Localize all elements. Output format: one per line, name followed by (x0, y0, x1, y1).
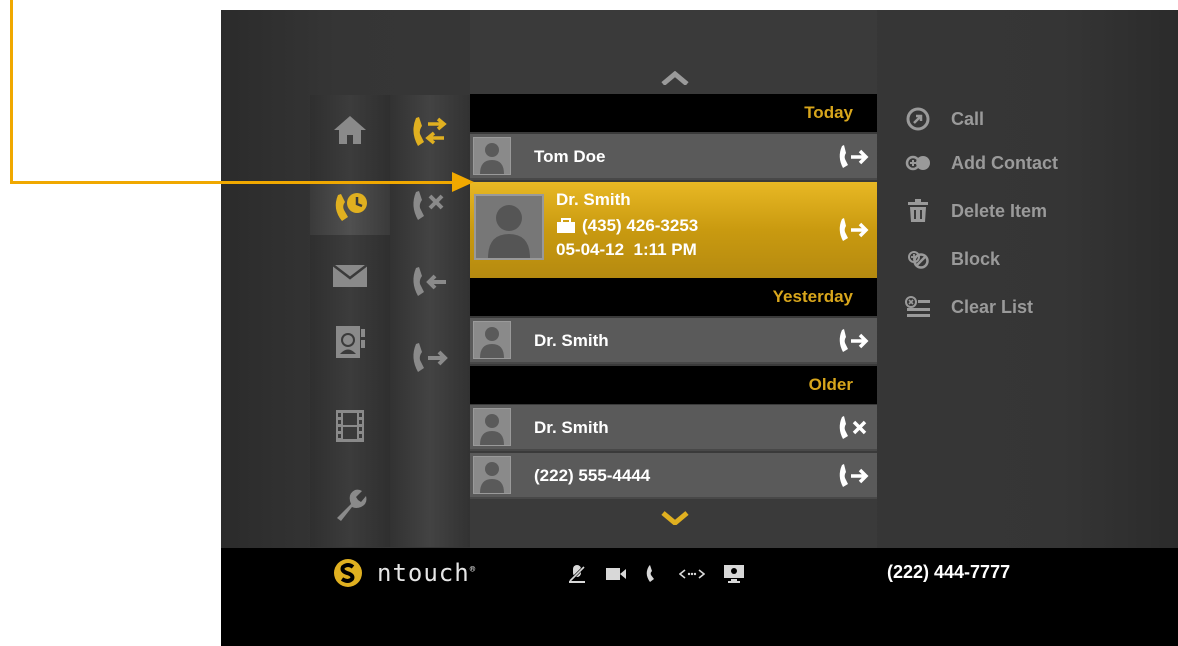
add-contact-icon (905, 150, 931, 176)
block-icon (905, 246, 931, 272)
nav-videos[interactable] (320, 401, 380, 451)
section-header-yesterday: Yesterday (470, 278, 877, 316)
brand-mark: ® (469, 565, 477, 575)
call-row[interactable]: Dr. Smith (470, 318, 877, 364)
outgoing-call-icon (839, 218, 869, 241)
callout-line-horizontal (10, 181, 455, 184)
outgoing-call-icon (839, 145, 869, 168)
phone-icon (646, 565, 654, 582)
status-icons (567, 564, 745, 584)
incoming-calls-icon (413, 267, 446, 296)
tv-screen: Today Tom Doe Dr. Smith (435) 426-3253 0… (221, 10, 1178, 646)
contact-name: Tom Doe (534, 147, 606, 166)
avatar (473, 321, 511, 359)
scroll-down-button[interactable] (655, 508, 695, 528)
contact-name: Dr. Smith (556, 190, 631, 209)
call-action[interactable]: Call (905, 104, 1105, 134)
sorenson-logo-icon (334, 559, 362, 587)
filter-missed-calls[interactable] (400, 181, 460, 231)
chevron-down-icon (661, 511, 689, 525)
contact-name: (222) 555-4444 (534, 466, 651, 485)
person-icon (480, 414, 504, 445)
status-bar: ntouch® (222) 444-7777 (221, 548, 1178, 646)
main-nav (310, 95, 390, 547)
outgoing-call-icon (839, 464, 869, 487)
call-row-selected[interactable]: Dr. Smith (435) 426-3253 05-04-12 1:11 P… (470, 182, 877, 278)
call-label: Call (951, 108, 985, 129)
avatar (473, 456, 511, 494)
person-icon (480, 143, 504, 174)
scroll-up-button[interactable] (655, 68, 695, 88)
briefcase-icon (557, 218, 575, 233)
film-icon (336, 410, 364, 442)
clear-list-action[interactable]: Clear List (905, 292, 1105, 322)
contact-name: Dr. Smith (534, 331, 609, 350)
add-contact-action[interactable]: Add Contact (905, 148, 1105, 178)
filter-all-calls[interactable] (400, 107, 460, 157)
section-header-today: Today (470, 94, 877, 132)
block-label: Block (951, 248, 1001, 269)
avatar (473, 137, 511, 175)
call-row[interactable]: Dr. Smith (470, 405, 877, 451)
mic-muted-icon (568, 565, 586, 583)
home-icon (334, 116, 366, 144)
contact-phone: (435) 426-3253 (582, 216, 699, 235)
call-row[interactable]: (222) 555-4444 (470, 453, 877, 499)
nav-settings[interactable] (320, 480, 380, 530)
call-history-list: Today Tom Doe Dr. Smith (435) 426-3253 0… (470, 10, 877, 548)
delete-item-action[interactable]: Delete Item (905, 196, 1105, 226)
outgoing-calls-icon (413, 343, 448, 372)
filter-outgoing-calls[interactable] (400, 333, 460, 383)
clear-list-label: Clear List (951, 296, 1034, 317)
call-history-icon (335, 193, 367, 221)
contact-name: Dr. Smith (534, 418, 609, 437)
video-camera-icon (606, 568, 626, 580)
callout-arrowhead-icon (452, 172, 474, 192)
nav-contacts[interactable] (320, 317, 380, 367)
chevron-up-icon (661, 71, 689, 85)
filter-incoming-calls[interactable] (400, 257, 460, 307)
call-datetime: 05-04-12 1:11 PM (556, 240, 697, 259)
display-icon (724, 565, 744, 583)
avatar (474, 194, 544, 260)
wrench-icon (337, 489, 367, 521)
person-icon (480, 327, 504, 358)
add-contact-label: Add Contact (951, 152, 1058, 173)
nav-home[interactable] (320, 105, 380, 155)
contact-phone-line: (435) 426-3253 (556, 216, 698, 236)
mail-icon (332, 264, 368, 287)
call-filter-column (390, 95, 470, 547)
call-row[interactable]: Tom Doe (470, 134, 877, 180)
delete-item-label: Delete Item (951, 200, 1048, 221)
all-calls-icon (413, 117, 447, 146)
own-phone-number: (222) 444-7777 (887, 562, 1011, 582)
callout-line-vertical (10, 0, 13, 184)
call-circle-icon (905, 106, 931, 132)
signal-icon (679, 569, 705, 579)
outgoing-call-icon (839, 329, 869, 352)
brand-name: ntouch® (377, 559, 477, 587)
clear-list-icon (905, 294, 931, 320)
avatar (473, 408, 511, 446)
missed-calls-icon (413, 191, 444, 220)
section-header-older: Older (470, 366, 877, 404)
nav-mail[interactable] (320, 251, 380, 301)
person-icon (480, 462, 504, 493)
nav-call-history[interactable] (320, 184, 380, 234)
block-action[interactable]: Block (905, 244, 1105, 274)
trash-icon (905, 198, 931, 224)
missed-call-icon (839, 416, 867, 439)
brand-logo: ntouch® (333, 558, 476, 588)
person-icon (488, 205, 530, 258)
contacts-book-icon (336, 326, 365, 358)
